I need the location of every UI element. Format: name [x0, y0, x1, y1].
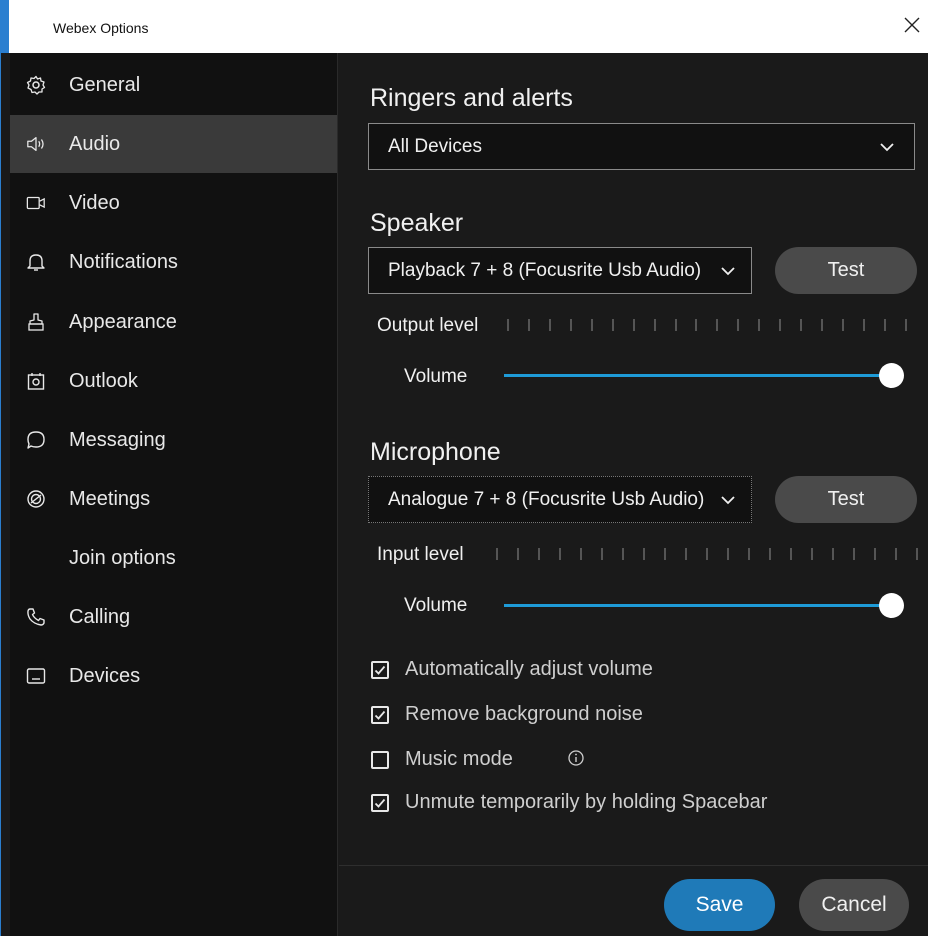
checkbox[interactable] — [371, 750, 389, 769]
close-icon[interactable] — [901, 14, 923, 36]
sidebar-item-messaging[interactable]: Messaging — [10, 411, 337, 469]
phone-icon — [26, 607, 46, 627]
checkbox-label: Music mode — [405, 748, 513, 770]
checkbox[interactable] — [371, 793, 389, 812]
chevron-down-icon — [878, 138, 896, 156]
sidebar-item-devices[interactable]: Devices — [10, 647, 337, 705]
speaker-volume-label: Volume — [404, 366, 468, 387]
video-camera-icon — [26, 193, 46, 213]
paint-brush-icon — [26, 312, 46, 332]
output-level-meter — [507, 319, 907, 333]
audio-settings-panel: Ringers and alerts All Devices Speaker P… — [339, 53, 928, 936]
microphone-device-dropdown[interactable]: Analogue 7 + 8 (Focusrite Usb Audio) — [368, 476, 752, 523]
microphone-title: Microphone — [370, 438, 501, 466]
sidebar-item-calling[interactable]: Calling — [10, 588, 337, 646]
checkbox[interactable] — [371, 705, 389, 724]
microphone-volume-label: Volume — [404, 595, 468, 616]
sidebar: General Audio Video Notifications Appear — [10, 53, 338, 936]
speaker-title: Speaker — [370, 209, 464, 237]
ringers-title: Ringers and alerts — [370, 84, 573, 112]
checkbox[interactable] — [371, 660, 389, 679]
sidebar-item-label: Appearance — [69, 310, 177, 333]
speaker-volume-track — [504, 374, 885, 377]
speaker-icon — [26, 134, 46, 154]
info-icon[interactable] — [567, 749, 585, 767]
meetings-icon — [26, 489, 46, 509]
microphone-volume-thumb[interactable] — [879, 593, 904, 618]
checkbox-label: Automatically adjust volume — [405, 658, 653, 680]
bell-icon — [26, 252, 46, 272]
unmute-spacebar-checkbox[interactable]: Unmute temporarily by holding Spacebar — [371, 791, 767, 814]
sidebar-item-video[interactable]: Video — [10, 174, 337, 232]
sidebar-item-join-options[interactable]: Join options — [10, 529, 337, 587]
title-bar: Webex Options — [1, 0, 928, 53]
sidebar-item-audio[interactable]: Audio — [10, 115, 337, 173]
gear-icon — [26, 75, 46, 95]
sidebar-item-notifications[interactable]: Notifications — [10, 233, 337, 291]
sidebar-item-label: Meetings — [69, 487, 151, 510]
chevron-down-icon — [719, 491, 737, 509]
microphone-volume-slider[interactable] — [504, 593, 904, 618]
ringers-dropdown[interactable]: All Devices — [368, 123, 915, 170]
sidebar-item-appearance[interactable]: Appearance — [10, 293, 337, 351]
speaker-device-dropdown[interactable]: Playback 7 + 8 (Focusrite Usb Audio) — [368, 247, 752, 294]
save-button[interactable]: Save — [664, 879, 775, 931]
speaker-test-button[interactable]: Test — [775, 247, 917, 294]
microphone-test-button[interactable]: Test — [775, 476, 917, 523]
sidebar-item-label: Join options — [69, 546, 176, 569]
output-level-label: Output level — [377, 315, 479, 336]
remove-background-noise-checkbox[interactable]: Remove background noise — [371, 703, 643, 726]
microphone-device: Analogue 7 + 8 (Focusrite Usb Audio) — [388, 489, 705, 510]
sidebar-item-label: Devices — [69, 664, 141, 687]
microphone-volume-track — [504, 604, 885, 607]
chevron-down-icon — [719, 262, 737, 280]
speaker-device: Playback 7 + 8 (Focusrite Usb Audio) — [388, 260, 702, 281]
outlook-icon — [26, 371, 46, 391]
checkbox-label: Unmute temporarily by holding Spacebar — [405, 791, 768, 813]
auto-adjust-volume-checkbox[interactable]: Automatically adjust volume — [371, 658, 653, 681]
sidebar-item-meetings[interactable]: Meetings — [10, 470, 337, 528]
sidebar-item-label: Calling — [69, 605, 131, 628]
speaker-volume-thumb[interactable] — [879, 363, 904, 388]
sidebar-item-label: Outlook — [69, 369, 138, 392]
input-level-label: Input level — [377, 544, 464, 565]
sidebar-item-label: General — [69, 73, 141, 96]
chat-bubble-icon — [26, 430, 46, 450]
window-title: Webex Options — [53, 20, 149, 36]
sidebar-item-outlook[interactable]: Outlook — [10, 352, 337, 410]
sidebar-item-label: Notifications — [69, 250, 178, 273]
speaker-volume-slider[interactable] — [504, 363, 904, 388]
sidebar-item-label: Audio — [69, 132, 121, 155]
options-window: Webex Options General Audio Video Notifi… — [0, 0, 928, 936]
sidebar-item-label: Messaging — [69, 428, 166, 451]
sidebar-item-label: Video — [69, 191, 120, 214]
sidebar-item-general[interactable]: General — [10, 56, 337, 114]
checkbox-label: Remove background noise — [405, 703, 643, 725]
footer-divider — [339, 865, 928, 866]
input-level-meter — [496, 548, 918, 562]
music-mode-checkbox[interactable]: Music mode — [371, 748, 513, 771]
ringers-selected: All Devices — [388, 136, 482, 157]
device-icon — [26, 666, 46, 686]
cancel-button[interactable]: Cancel — [799, 879, 909, 931]
